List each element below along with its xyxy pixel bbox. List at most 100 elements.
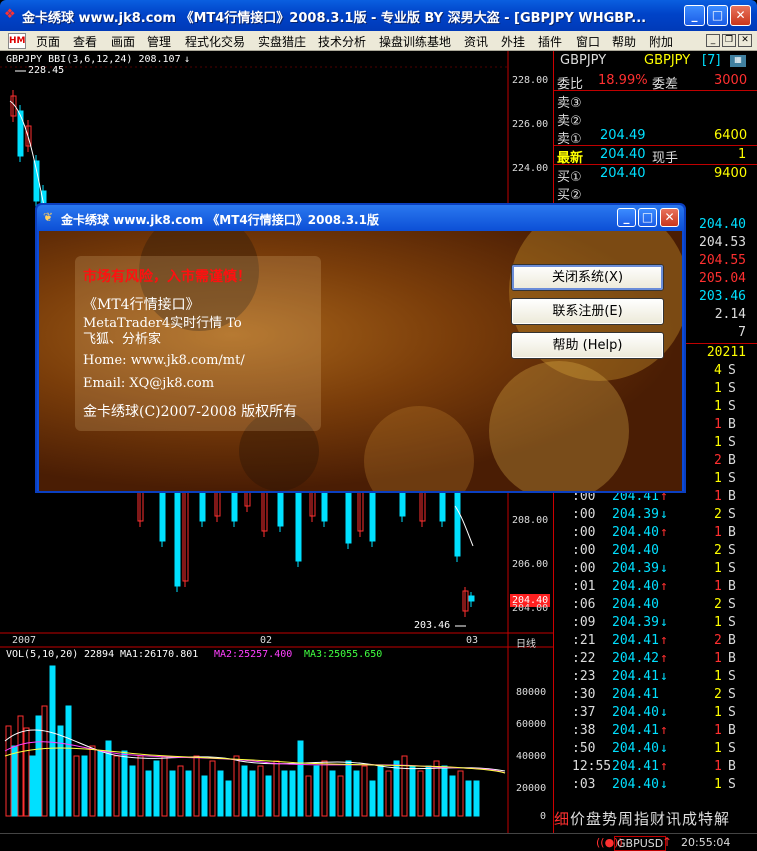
tick-dir-icon: ↑: [660, 759, 668, 774]
stat-value: 2.14: [714, 307, 746, 322]
panel-tabs-rest[interactable]: 价盘势周指财讯成特解: [570, 808, 730, 829]
status-arrow: ↑: [662, 835, 673, 849]
tick-row: :06 204.40 2 S: [554, 596, 757, 614]
tick-vol: 1: [714, 651, 722, 666]
tick-price: 204.41: [612, 633, 659, 648]
tick-row: 12:55 204.41 ↑ 1 B: [554, 758, 757, 776]
tick-price: 204.41: [612, 669, 659, 684]
tick-price: 204.40: [612, 741, 659, 756]
status-symbol[interactable]: GBPUSD: [614, 836, 667, 851]
volume-bar: [217, 770, 224, 817]
period-label[interactable]: 日线: [516, 635, 536, 650]
menu-window[interactable]: 窗口: [576, 33, 600, 50]
tick-time: :37: [572, 705, 596, 720]
menu-screen[interactable]: 画面: [111, 33, 135, 50]
menu-tech-analysis[interactable]: 技术分析: [318, 33, 366, 50]
menu-help[interactable]: 帮助: [612, 33, 636, 50]
candle: [231, 490, 238, 522]
tick-vol: 1: [714, 777, 722, 792]
stat-value: 205.04: [699, 271, 746, 286]
buy-label: 买②: [557, 188, 582, 203]
volume-bar: [449, 775, 456, 817]
bbi-line: [9, 100, 46, 212]
volume-bar: [137, 755, 144, 817]
tick-dir-icon: ↓: [660, 669, 668, 684]
contact-register-button[interactable]: 联系注册(E): [511, 298, 664, 325]
volume-bar: [161, 755, 168, 817]
tick-row: :21 204.41 ↑ 2 B: [554, 632, 757, 650]
divider: [554, 164, 757, 165]
mdi-minimize-button[interactable]: _: [706, 34, 720, 47]
copyright: 金卡绣球(C)2007-2008 版权所有: [83, 404, 298, 420]
email-link[interactable]: Email: XQ@jk8.com: [83, 376, 214, 391]
menu-page[interactable]: 页面: [36, 33, 60, 50]
help-button[interactable]: 帮助 (Help): [511, 332, 664, 359]
app-logo-icon[interactable]: HM: [8, 33, 26, 49]
tick-side: B: [728, 453, 736, 468]
vol-ma3: MA3:25055.650: [304, 649, 383, 660]
diff-value: 3000: [714, 73, 748, 88]
volume-bar: [29, 755, 36, 817]
tick-time: :06: [572, 597, 596, 612]
tick-price: 204.41: [612, 687, 659, 702]
volume-bar: [129, 765, 136, 817]
menu-plugin-ext[interactable]: 外挂: [501, 33, 525, 50]
tick-side: B: [728, 525, 736, 540]
dialog-close-button[interactable]: ✕: [660, 208, 679, 227]
date-tick: 03: [466, 635, 479, 646]
menu-view[interactable]: 查看: [73, 33, 97, 50]
menu-plugins[interactable]: 插件: [538, 33, 562, 50]
about-dialog: ❦ 金卡绣球 www.jk8.com 《MT4行情接口》2008.3.1版 _ …: [35, 203, 686, 493]
tick-vol: 1: [714, 525, 722, 540]
tick-time: :00: [572, 543, 596, 558]
tick-price: 204.41: [612, 723, 659, 738]
date-tick: 02: [260, 635, 273, 646]
menu-live-hunt[interactable]: 实盘猎庄: [258, 33, 306, 50]
close-button[interactable]: ✕: [730, 5, 751, 26]
mdi-restore-button[interactable]: ❐: [722, 34, 736, 47]
panel-flag-icon[interactable]: ▦: [730, 55, 746, 67]
stat-value: 20211: [706, 345, 746, 360]
app-icon[interactable]: ❖: [4, 8, 18, 22]
candle: [277, 490, 284, 527]
dialog-maximize-button[interactable]: □: [638, 208, 657, 227]
tick-side: S: [728, 615, 736, 630]
tick-vol: 1: [714, 381, 722, 396]
tick-time: :50: [572, 741, 596, 756]
candle: [295, 490, 302, 562]
tick-time: :21: [572, 633, 596, 648]
menu-program-trading[interactable]: 程式化交易: [185, 33, 245, 50]
mdi-close-button[interactable]: ✕: [738, 34, 752, 47]
panel-tab-active[interactable]: 细: [554, 808, 569, 829]
dialog-minimize-button[interactable]: _: [617, 208, 636, 227]
menu-news[interactable]: 资讯: [464, 33, 488, 50]
volume-bar: [257, 765, 264, 817]
maximize-button[interactable]: □: [707, 5, 728, 26]
volume-bar: [329, 770, 336, 817]
sell-label: 卖③: [557, 96, 582, 111]
menu-training[interactable]: 操盘训练基地: [379, 33, 451, 50]
tick-time: :22: [572, 651, 596, 666]
menu-extra[interactable]: 附加: [649, 33, 673, 50]
volume-bars-group: [5, 665, 480, 817]
buy-vol: 9400: [714, 166, 748, 181]
volume-bar: [233, 755, 240, 817]
volume-bar: [273, 760, 280, 817]
stat-value: 203.46: [699, 289, 746, 304]
minimize-button[interactable]: _: [684, 5, 705, 26]
volume-bar: [441, 765, 448, 817]
stat-value: 204.40: [699, 217, 746, 232]
tick-price: 204.39: [612, 615, 659, 630]
candle: [468, 595, 475, 602]
tick-dir-icon: ↑: [660, 723, 668, 738]
exit-system-button[interactable]: 关闭系统(X): [511, 264, 664, 291]
dialog-body: 市场有风险，入市需谨慎！ 《MT4行情接口》 MetaTrader4实时行情 T…: [39, 231, 682, 491]
menu-manage[interactable]: 管理: [147, 33, 171, 50]
tick-vol: 1: [714, 435, 722, 450]
stat-value: 204.53: [699, 235, 746, 250]
price-tick: 228.00: [512, 75, 549, 86]
candle: [33, 160, 40, 202]
vol-value: 22894: [84, 649, 115, 660]
tick-vol: 1: [714, 669, 722, 684]
home-link[interactable]: Home: www.jk8.com/mt/: [83, 353, 245, 368]
